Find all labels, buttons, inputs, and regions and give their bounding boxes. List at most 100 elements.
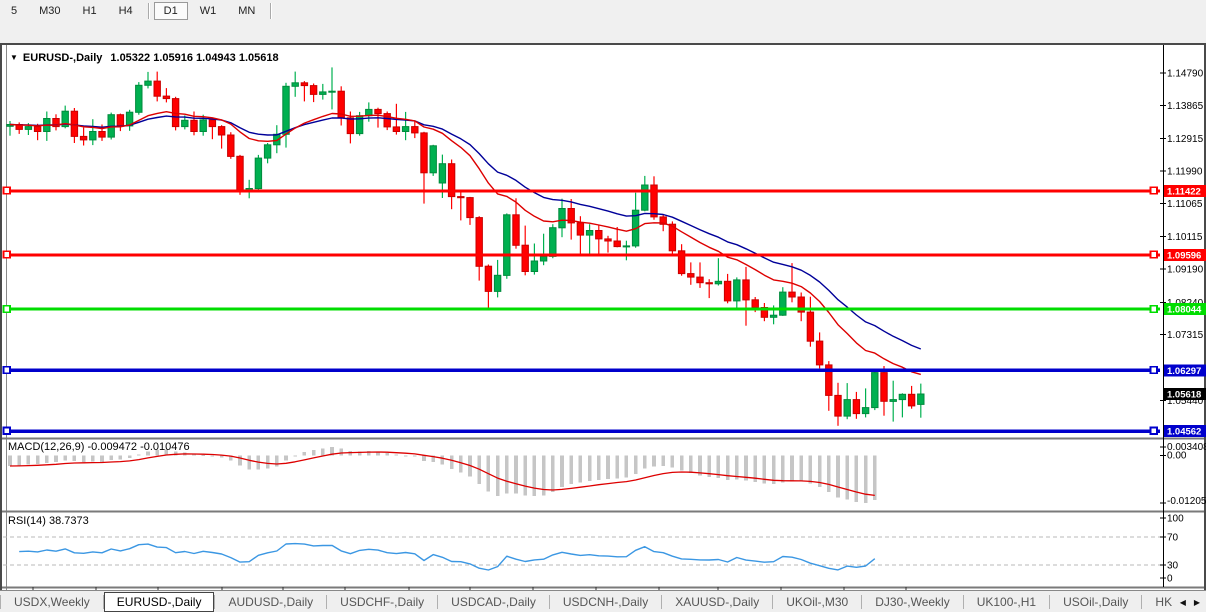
chart-canvas[interactable]: 1.147901.138651.129151.119901.110651.101… (0, 22, 1206, 612)
timeframe-button-w1[interactable]: W1 (190, 2, 227, 20)
tab-dj30-weekly[interactable]: DJ30-,Weekly (862, 593, 962, 611)
rsi-value: 38.7373 (49, 515, 89, 527)
timeframe-button-h4[interactable]: H4 (109, 2, 143, 20)
macd-histogram-bar (422, 456, 426, 461)
macd-histogram-bar (17, 456, 21, 466)
current-price-text: 1.05618 (1167, 390, 1201, 401)
candle (577, 223, 583, 235)
candle (34, 127, 40, 132)
line-handle[interactable] (1151, 428, 1158, 435)
macd-histogram-bar (652, 456, 656, 467)
candle (890, 400, 896, 402)
macd-histogram-bar (809, 456, 813, 484)
line-handle[interactable] (1151, 367, 1158, 374)
macd-histogram-bar (303, 452, 307, 456)
macd-histogram-bar (790, 456, 794, 481)
timeframe-button-h1[interactable]: H1 (73, 2, 107, 20)
candle (145, 81, 151, 85)
tab-usdcnh-daily[interactable]: USDCNH-,Daily (550, 593, 661, 611)
macd-histogram-bar (615, 456, 619, 479)
candle (614, 241, 620, 247)
price-tick-label: 1.07315 (1167, 330, 1204, 341)
toolbar-separator (148, 3, 149, 19)
candle (439, 164, 445, 183)
macd-histogram-bar (73, 456, 77, 461)
tab-eurusd-daily[interactable]: EURUSD-,Daily (104, 592, 215, 612)
tab-uk100-h1[interactable]: UK100-,H1 (964, 593, 1049, 611)
tab-usdcad-daily[interactable]: USDCAD-,Daily (438, 593, 549, 611)
macd-histogram-bar (588, 456, 592, 481)
macd-indicator-label: MACD(12,26,9) -0.009472 -0.010476 (8, 441, 190, 453)
scroll-right-button[interactable]: ▶ (1190, 596, 1204, 609)
timeframe-button-5[interactable]: 5 (1, 2, 27, 20)
macd-histogram-bar (606, 456, 610, 479)
macd-histogram-bar (8, 456, 12, 466)
line-handle[interactable] (4, 187, 11, 194)
candle (467, 198, 473, 218)
candle (476, 218, 482, 267)
macd-histogram-bar (781, 456, 785, 483)
macd-histogram-bar (680, 456, 684, 471)
timeframe-button-m30[interactable]: M30 (29, 2, 70, 20)
rsi-axis-label: 100 (1167, 514, 1184, 525)
candle (844, 400, 850, 417)
candle (310, 86, 316, 95)
macd-histogram-bar (128, 456, 132, 458)
candle (320, 92, 326, 95)
chart-ohlc-values: 1.05322 1.05916 1.04943 1.05618 (110, 52, 278, 64)
tab-usoil-daily[interactable]: USOil-,Daily (1050, 593, 1141, 611)
candle (862, 408, 868, 414)
candle (209, 120, 215, 127)
chart-dropdown-icon[interactable]: ▼ (10, 53, 18, 62)
macd-histogram-bar (45, 456, 49, 463)
macd-histogram-bar (137, 454, 141, 455)
price-tag-text: 1.11422 (1167, 186, 1201, 197)
timeframe-button-d1[interactable]: D1 (154, 2, 188, 20)
macd-histogram-bar (441, 456, 445, 465)
macd-histogram-bar (523, 456, 527, 496)
candle (80, 136, 86, 140)
candle (25, 127, 31, 130)
candle (504, 215, 510, 276)
price-tag-text: 1.06297 (1167, 366, 1201, 377)
macd-histogram-bar (625, 456, 629, 478)
candle (402, 127, 408, 132)
macd-histogram-bar (496, 456, 500, 496)
chart-window-frame (1, 44, 1205, 611)
candle (347, 118, 353, 134)
line-handle[interactable] (4, 428, 11, 435)
timeframe-button-mn[interactable]: MN (228, 2, 265, 20)
line-handle[interactable] (1151, 251, 1158, 258)
candle (715, 281, 721, 284)
chart-tabs: USDX,WeeklyEURUSD-,DailyAUDUSD-,DailyUSD… (0, 593, 1206, 612)
macd-histogram-bar (643, 456, 647, 469)
price-tag-text: 1.09596 (1167, 250, 1201, 261)
macd-histogram-bar (845, 456, 849, 500)
chart-window[interactable]: 1.147901.138651.129151.119901.110651.101… (0, 22, 1206, 590)
candle (881, 373, 887, 402)
candle (816, 341, 822, 365)
line-handle[interactable] (1151, 187, 1158, 194)
tab-audusd-daily[interactable]: AUDUSD-,Daily (215, 593, 326, 611)
scroll-left-button[interactable]: ◀ (1176, 596, 1190, 609)
candle (513, 215, 519, 246)
tab-xauusd-daily[interactable]: XAUUSD-,Daily (662, 593, 772, 611)
candle (375, 109, 381, 113)
macd-histogram-bar (634, 456, 638, 474)
candle (191, 120, 197, 131)
tab-usdchf-daily[interactable]: USDCHF-,Daily (327, 593, 437, 611)
macd-histogram-bar (873, 456, 877, 500)
macd-histogram-bar (54, 456, 58, 463)
candle (586, 231, 592, 236)
line-handle[interactable] (4, 306, 11, 313)
price-tick-label: 1.09190 (1167, 265, 1204, 276)
macd-histogram-bar (220, 456, 224, 458)
macd-histogram-bar (827, 456, 831, 492)
line-handle[interactable] (1151, 306, 1158, 313)
candle (154, 81, 160, 96)
line-handle[interactable] (4, 251, 11, 258)
tab-ukoil-m30[interactable]: UKOil-,M30 (773, 593, 861, 611)
line-handle[interactable] (4, 367, 11, 374)
candle (807, 312, 813, 341)
tab-usdx-weekly[interactable]: USDX,Weekly (1, 593, 103, 611)
